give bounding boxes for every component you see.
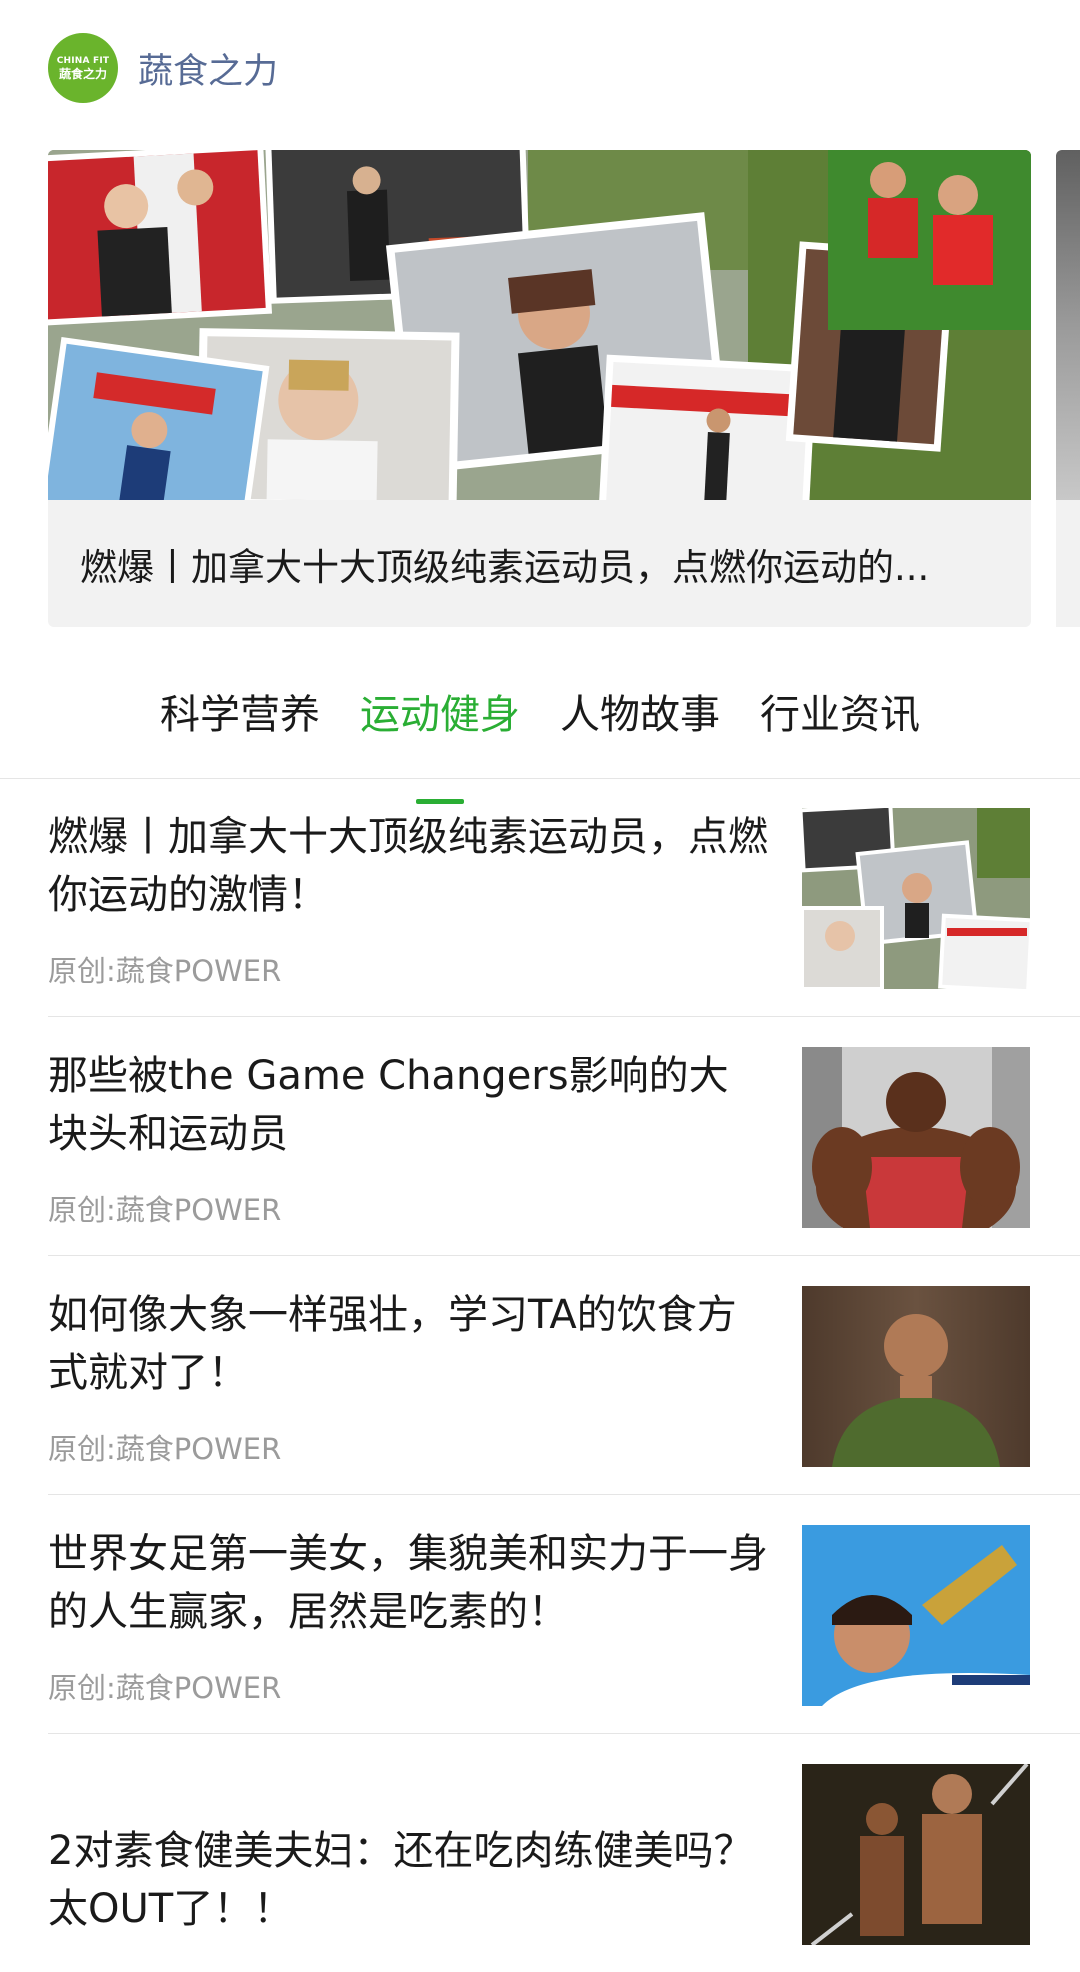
article-thumbnail[interactable]: [802, 1286, 1030, 1467]
brand-name[interactable]: 蔬食之力: [138, 43, 278, 94]
article-title[interactable]: 2对素食健美夫妇：还在吃肉练健美吗？太OUT了！！: [48, 1822, 768, 1938]
next-banner-caption-peek: [1056, 500, 1080, 627]
article-title[interactable]: 如何像大象一样强壮，学习TA的饮食方式就对了！: [48, 1286, 768, 1402]
article-thumbnail[interactable]: [802, 1764, 1030, 1945]
article-source: 原创:蔬食POWER: [48, 1193, 282, 1227]
article-title[interactable]: 那些被the Game Changers影响的大块头和运动员: [48, 1047, 768, 1163]
banner-image-collage: [48, 150, 1031, 500]
list-item[interactable]: 2对素食健美夫妇：还在吃肉练健美吗？太OUT了！！: [48, 1734, 1080, 1972]
article-source: 原创:蔬食POWER: [48, 1671, 282, 1705]
article-title[interactable]: 燃爆丨加拿大十大顶级纯素运动员，点燃你运动的激情！: [48, 808, 768, 924]
article-thumbnail[interactable]: [802, 1047, 1030, 1228]
tab-industry-news[interactable]: 行业资讯: [760, 680, 920, 778]
article-thumbnail[interactable]: [802, 1525, 1030, 1706]
account-header[interactable]: CHINA FIT 蔬食之力 蔬食之力: [48, 33, 278, 103]
banner-caption[interactable]: 燃爆丨加拿大十大顶级纯素运动员，点燃你运动的...: [48, 500, 1031, 627]
article-thumbnail[interactable]: [802, 808, 1030, 989]
article-source: 原创:蔬食POWER: [48, 954, 282, 988]
article-list: 燃爆丨加拿大十大顶级纯素运动员，点燃你运动的激情！ 原创:蔬食POWER 那些被…: [0, 778, 1080, 1972]
article-source: 原创:蔬食POWER: [48, 1432, 282, 1466]
article-title[interactable]: 世界女足第一美女，集貌美和实力于一身的人生赢家，居然是吃素的！: [48, 1525, 768, 1641]
list-item[interactable]: 燃爆丨加拿大十大顶级纯素运动员，点燃你运动的激情！ 原创:蔬食POWER: [48, 778, 1080, 1017]
list-item[interactable]: 如何像大象一样强壮，学习TA的饮食方式就对了！ 原创:蔬食POWER: [48, 1256, 1080, 1495]
tab-science-nutrition[interactable]: 科学营养: [160, 680, 320, 778]
category-tabs: 科学营养 运动健身 人物故事 行业资讯: [0, 680, 1080, 804]
logo-text-bottom: 蔬食之力: [58, 66, 107, 81]
next-banner-peek[interactable]: [1056, 150, 1080, 500]
tab-sports-fitness[interactable]: 运动健身: [360, 680, 520, 804]
list-item[interactable]: 世界女足第一美女，集貌美和实力于一身的人生赢家，居然是吃素的！ 原创:蔬食POW…: [48, 1495, 1080, 1734]
featured-banner[interactable]: 燃爆丨加拿大十大顶级纯素运动员，点燃你运动的...: [48, 150, 1031, 627]
brand-logo[interactable]: CHINA FIT 蔬食之力: [48, 33, 118, 103]
tab-people-stories[interactable]: 人物故事: [560, 680, 720, 778]
logo-text-top: CHINA FIT: [56, 55, 110, 66]
list-item[interactable]: 那些被the Game Changers影响的大块头和运动员 原创:蔬食POWE…: [48, 1017, 1080, 1256]
